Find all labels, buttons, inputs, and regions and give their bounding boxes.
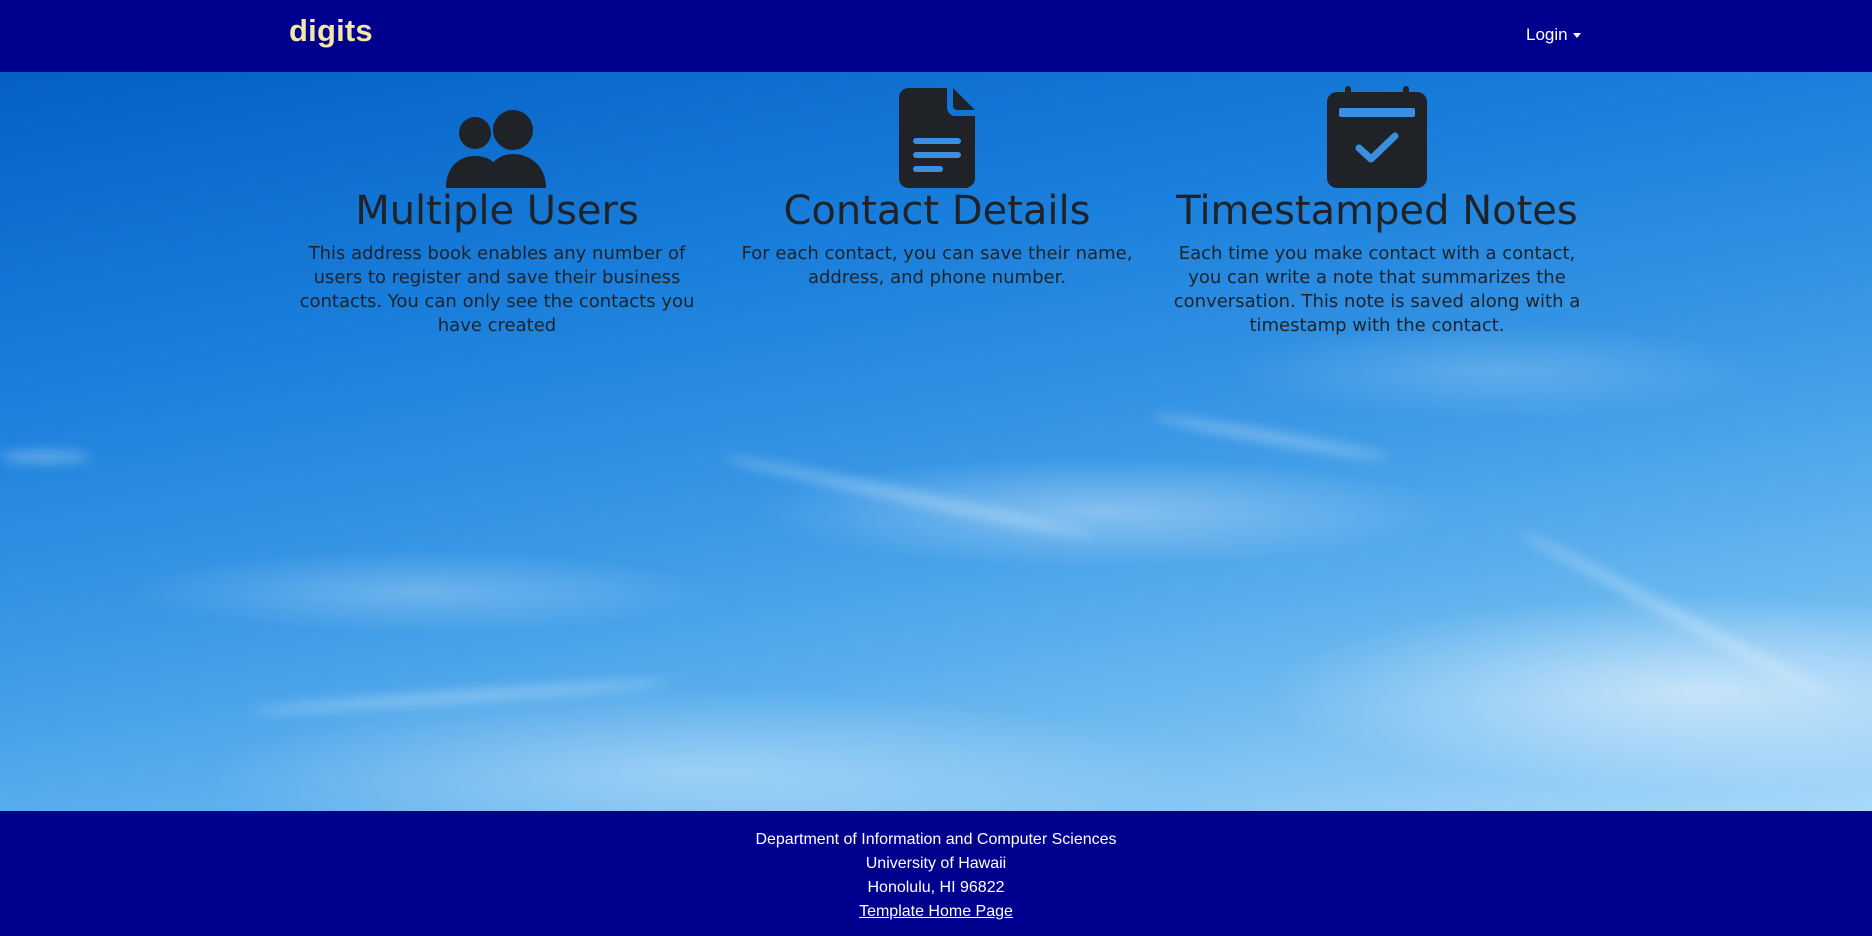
- cloud-streak: [250, 677, 670, 717]
- cloud-streak: [1150, 411, 1390, 463]
- feature-description: For each contact, you can save their nam…: [741, 243, 1133, 288]
- template-home-page-link[interactable]: Template Home Page: [859, 903, 1013, 920]
- footer-university: University of Hawaii: [865, 855, 1007, 872]
- landing-hero: Multiple Users This address book enables…: [0, 72, 1872, 811]
- feature-icon-wrap: [1172, 84, 1582, 188]
- feature-icon-wrap: [292, 84, 702, 188]
- brand-logo-link[interactable]: digits: [289, 13, 373, 49]
- caret-down-icon: [1572, 33, 1581, 38]
- feature-timestamped-notes: Timestamped Notes Each time you make con…: [1172, 84, 1582, 338]
- file-lines-icon: [899, 88, 975, 188]
- feature-description: This address book enables any number of …: [299, 243, 695, 336]
- footer-location: Honolulu, HI 96822: [867, 879, 1005, 896]
- users-icon: [446, 110, 546, 188]
- login-label: Login: [1526, 25, 1568, 44]
- cloud-streak: [0, 452, 90, 462]
- feature-title: Timestamped Notes: [1176, 188, 1578, 234]
- login-dropdown[interactable]: Login: [1526, 25, 1581, 45]
- feature-title: Contact Details: [783, 188, 1091, 234]
- footer-department: Department of Information and Computer S…: [755, 831, 1117, 848]
- feature-multiple-users: Multiple Users This address book enables…: [292, 84, 702, 338]
- feature-title: Multiple Users: [355, 188, 639, 234]
- page-footer: Department of Information and Computer S…: [0, 811, 1872, 936]
- top-navbar: digits Login: [0, 0, 1872, 72]
- feature-icon-wrap: [732, 84, 1142, 188]
- cloud-streak: [1518, 528, 1842, 706]
- cloud-streak: [723, 452, 1097, 542]
- calendar-check-icon: [1327, 86, 1427, 188]
- feature-description: Each time you make contact with a contac…: [1173, 243, 1581, 336]
- feature-contact-details: Contact Details For each contact, you ca…: [732, 84, 1142, 290]
